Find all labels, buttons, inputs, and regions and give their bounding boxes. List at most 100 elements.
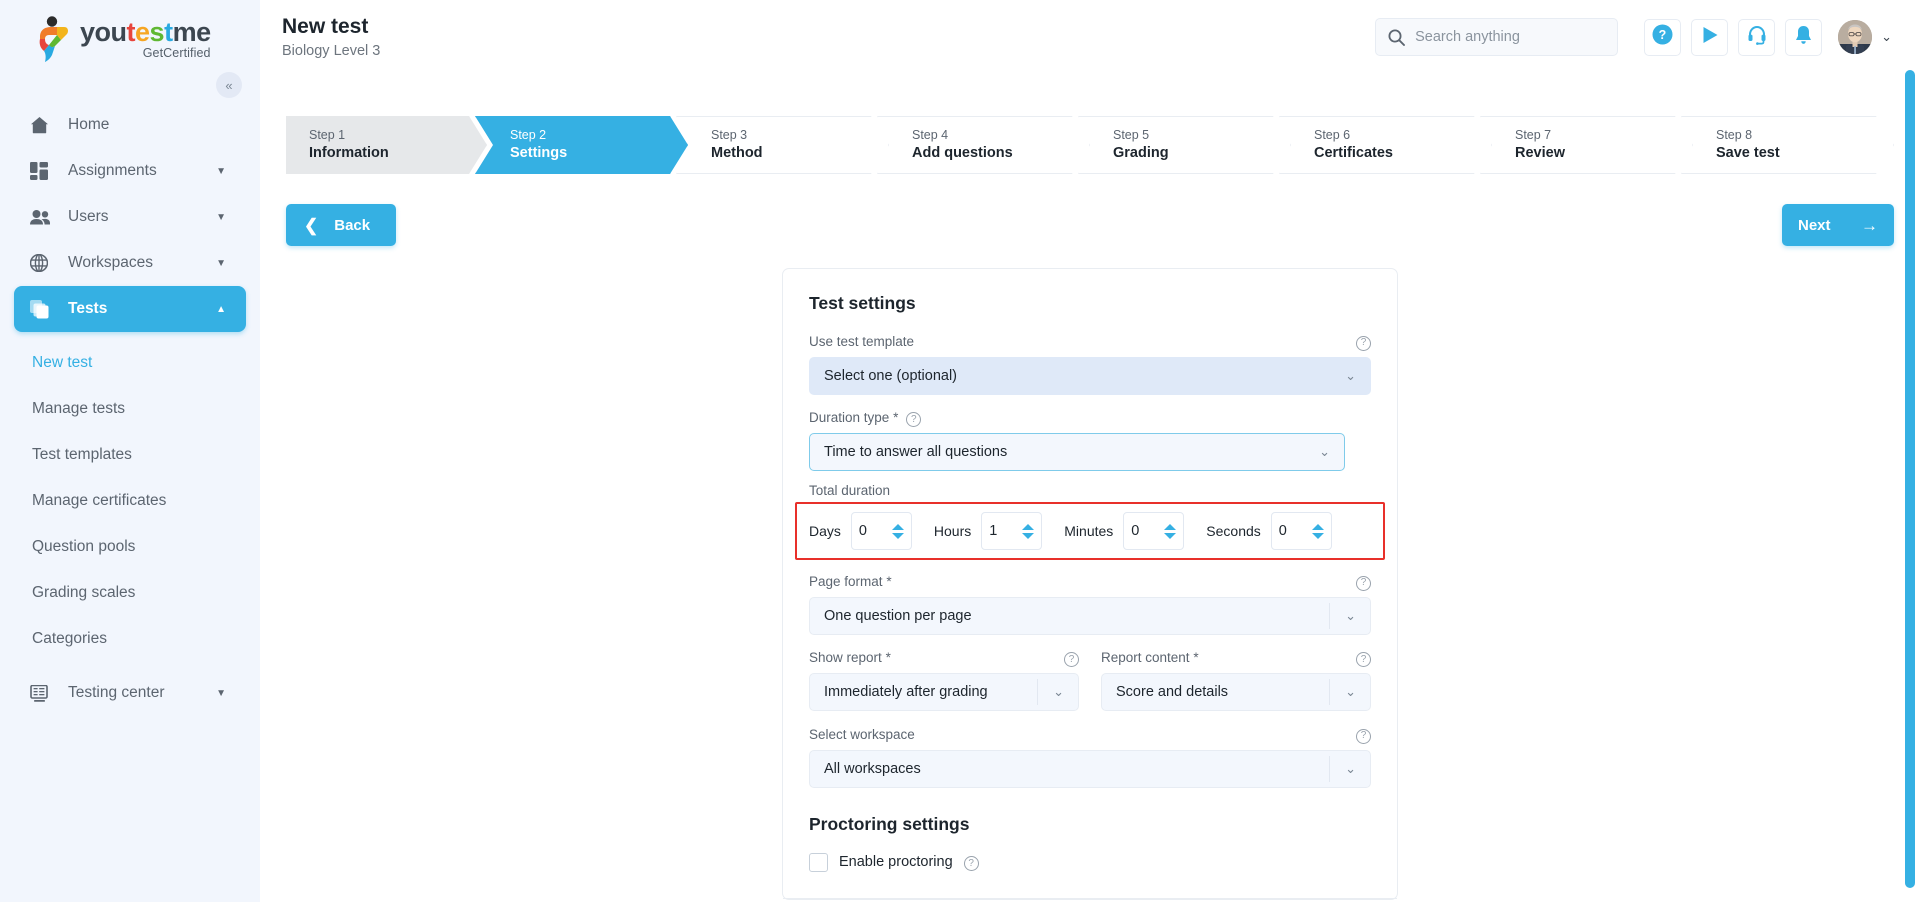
wizard-step-7[interactable]: Step 7 Review [1480,116,1693,174]
wizard-step-3[interactable]: Step 3 Method [676,116,889,174]
show-report-select[interactable]: Immediately after grading ⌄ [809,673,1079,711]
decrement-icon[interactable] [1164,533,1176,539]
duration-minutes: Minutes 0 [1064,512,1184,550]
step-label: Settings [510,144,687,164]
assignments-icon [30,161,58,181]
chevron-up-icon: ▲ [216,304,226,315]
nav-gap [0,332,260,340]
sidebar-subitem-manage-certificates[interactable]: Manage certificates [0,478,260,524]
page-scrollbar[interactable] [1905,70,1915,888]
sidebar-subitem-question-pools[interactable]: Question pools [0,524,260,570]
help-icon[interactable]: ? [906,409,921,428]
chevron-left-icon: ❮ [304,217,318,234]
help-icon[interactable]: ? [1356,649,1371,668]
sidebar-item-label: Users [68,208,108,226]
wizard-step-1[interactable]: Step 1 Information [286,116,487,174]
search-box[interactable] [1375,18,1618,56]
brand-tagline: GetCertified [80,47,211,60]
wizard-step-8[interactable]: Step 8 Save test [1681,116,1894,174]
sidebar-item-users[interactable]: Users ▼ [0,194,246,240]
back-button[interactable]: ❮ Back [286,204,396,246]
sidebar-subitem-manage-tests[interactable]: Manage tests [0,386,260,432]
select-value: Immediately after grading [824,684,988,700]
search-icon [1388,29,1405,46]
seconds-spinner-arrows[interactable] [1312,524,1324,539]
next-button-label: Next [1798,217,1831,234]
increment-icon[interactable] [1312,524,1324,530]
help-icon[interactable]: ? [1356,725,1371,744]
increment-icon[interactable] [892,524,904,530]
wizard-step-2[interactable]: Step 2 Settings [475,116,688,174]
minutes-stepper[interactable]: 0 [1123,512,1184,550]
sidebar-subitem-test-templates[interactable]: Test templates [0,432,260,478]
play-button[interactable] [1691,19,1728,56]
support-button[interactable] [1738,19,1775,56]
sidebar-subitem-label: Manage tests [32,400,125,418]
select-workspace-select[interactable]: All workspaces ⌄ [809,750,1371,788]
sidebar-subitem-categories[interactable]: Categories [0,616,260,662]
sidebar-item-home[interactable]: Home [0,102,246,148]
sidebar-subitem-grading-scales[interactable]: Grading scales [0,570,260,616]
wizard-step-4[interactable]: Step 4 Add questions [877,116,1090,174]
sidebar-item-tests[interactable]: Tests ▲ [14,286,246,332]
help-icon[interactable]: ? [1064,649,1079,668]
days-spinner-arrows[interactable] [892,524,904,539]
top-header: New test Biology Level 3 ? [260,0,1920,74]
use-test-template-select[interactable]: Select one (optional) ⌄ [809,357,1371,395]
sidebar-item-testing-center[interactable]: Testing center ▼ [0,670,246,716]
chevron-down-icon: ▼ [216,688,226,699]
seconds-stepper[interactable]: 0 [1271,512,1332,550]
sidebar-collapse-button[interactable]: « [216,72,242,98]
notifications-button[interactable] [1785,19,1822,56]
step-number: Step 3 [711,127,888,144]
content-region: Step 1 Information Step 2 Settings Step … [260,74,1920,902]
sidebar-subitem-label: Test templates [32,446,132,464]
seconds-value: 0 [1279,523,1287,539]
decrement-icon[interactable] [1022,533,1034,539]
sidebar-nav: Home Assignments ▼ Users ▼ Workspaces ▼ [0,102,260,716]
help-button[interactable]: ? [1644,19,1681,56]
scrollbar-thumb[interactable] [1905,70,1915,888]
decrement-icon[interactable] [892,533,904,539]
increment-icon[interactable] [1164,524,1176,530]
enable-proctoring-checkbox[interactable] [809,853,828,872]
brand-part-t1: t [127,17,136,47]
help-icon[interactable]: ? [1356,572,1371,591]
select-value: Score and details [1116,684,1228,700]
minutes-spinner-arrows[interactable] [1164,524,1176,539]
field-header: Show report * ? [809,649,1079,668]
step-number: Step 4 [912,127,1089,144]
sidebar-item-workspaces[interactable]: Workspaces ▼ [0,240,246,286]
wizard-step-5[interactable]: Step 5 Grading [1078,116,1291,174]
duration-type-select[interactable]: Time to answer all questions ⌄ [809,433,1345,471]
total-duration-label: Total duration [809,483,1371,498]
sidebar-item-assignments[interactable]: Assignments ▼ [0,148,246,194]
avatar-chevron-down-icon[interactable]: ⌄ [1881,29,1892,45]
page-format-select[interactable]: One question per page ⌄ [809,597,1371,635]
field-use-test-template: Use test template ? Select one (optional… [809,332,1371,395]
brand-logo[interactable]: youtestme GetCertified [0,0,260,78]
enable-proctoring-label: Enable proctoring [839,854,953,870]
required-marker: * [1193,650,1198,665]
days-stepper[interactable]: 0 [851,512,912,550]
avatar[interactable] [1838,20,1872,54]
settings-card-wrapper: Test settings Use test template ? Select… [286,268,1894,900]
sidebar-subitem-label: Question pools [32,538,135,556]
hours-stepper[interactable]: 1 [981,512,1042,550]
help-icon[interactable]: ? [1356,332,1371,351]
help-glyph: ? [964,856,979,871]
decrement-icon[interactable] [1312,533,1324,539]
select-value: All workspaces [824,761,921,777]
search-input[interactable] [1415,29,1605,45]
sidebar-subitem-new-test[interactable]: New test [0,340,260,386]
field-header: Duration type * ? [809,409,1371,428]
next-button[interactable]: Next → [1782,204,1894,246]
wizard-step-6[interactable]: Step 6 Certificates [1279,116,1492,174]
wizard-nav-buttons: ❮ Back Next → [286,204,1894,246]
increment-icon[interactable] [1022,524,1034,530]
report-content-select[interactable]: Score and details ⌄ [1101,673,1371,711]
help-icon[interactable]: ? [964,853,979,872]
duration-unit-label: Seconds [1206,523,1260,539]
sidebar-item-label: Home [68,116,109,134]
hours-spinner-arrows[interactable] [1022,524,1034,539]
